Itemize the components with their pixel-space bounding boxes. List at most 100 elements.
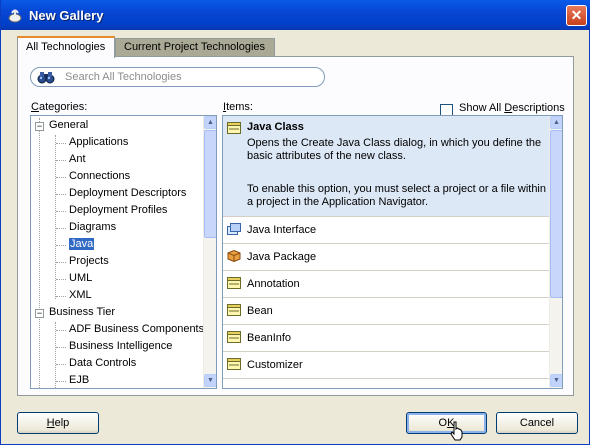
search-input[interactable]: Search All Technologies (30, 67, 325, 87)
items-scrollbar[interactable]: ▲ ▼ (549, 116, 562, 388)
tree-branch (56, 245, 66, 246)
item-name: BeanInfo (247, 332, 292, 344)
categories-label-text: ategories: (38, 101, 88, 113)
tree-item-business-intelligence[interactable]: Business Intelligence (69, 339, 172, 356)
bean-icon (227, 304, 241, 316)
beaninfo-icon (227, 331, 241, 343)
help-label: elp (54, 417, 70, 429)
categories-scrollbar[interactable]: ▲ ▼ (203, 116, 216, 388)
tree-item-general[interactable]: General (49, 118, 88, 135)
list-item-java-package[interactable]: Java Package (223, 244, 550, 271)
list-item-customizer[interactable]: Customizer (223, 352, 550, 379)
tree-branch (56, 347, 66, 348)
list-item-bean[interactable]: Bean (223, 298, 550, 325)
search-placeholder: Search All Technologies (65, 71, 182, 83)
jdeveloper-logo-icon (8, 9, 22, 23)
collapse-business-tier-icon[interactable]: − (35, 309, 44, 318)
show-all-text-pre: Show All (459, 102, 505, 114)
ok-button[interactable]: OK (406, 412, 487, 434)
scroll-up-button[interactable]: ▲ (204, 116, 216, 129)
show-all-mnemonic: D (504, 102, 513, 114)
tree-item-label: Projects (69, 255, 109, 267)
categories-tree[interactable]: − General Applications Ant Connections D… (30, 115, 217, 389)
item-name: Customizer (247, 359, 303, 371)
tree-item-ejb[interactable]: EJB (69, 373, 89, 388)
tree-guide-line (55, 322, 56, 388)
item-name: Java Class (247, 121, 304, 133)
tree-item-label: ADF Business Components (69, 323, 205, 335)
java-interface-icon (227, 223, 241, 235)
list-item-beaninfo[interactable]: BeanInfo (223, 325, 550, 352)
collapse-general-icon[interactable]: − (35, 122, 44, 131)
customizer-icon (227, 358, 241, 370)
tree-item-label: Data Controls (69, 357, 137, 369)
tree-item-projects[interactable]: Projects (69, 254, 109, 271)
tree-item-ant[interactable]: Ant (69, 152, 86, 169)
tree-item-label: Deployment Profiles (69, 204, 168, 216)
item-name: Java Interface (247, 224, 317, 236)
tree-item-label: UML (69, 272, 93, 284)
show-all-text-post: escriptions (512, 102, 565, 114)
tab-current-project-technologies[interactable]: Current Project Technologies (115, 38, 275, 56)
scroll-up-button[interactable]: ▲ (550, 116, 562, 129)
help-mnemonic: H (46, 417, 55, 429)
tree-branch (56, 262, 66, 263)
tree-item-business-tier[interactable]: Business Tier (49, 305, 115, 322)
tree-item-data-controls[interactable]: Data Controls (69, 356, 136, 373)
close-button[interactable]: ✕ (566, 5, 587, 26)
tree-item-applications[interactable]: Applications (69, 135, 128, 152)
tree-branch (56, 296, 66, 297)
tree-item-label: Java (69, 238, 95, 250)
arrow-down-icon: ▼ (553, 377, 560, 384)
window-title: New Gallery (29, 8, 104, 23)
list-item-annotation[interactable]: Annotation (223, 271, 550, 298)
tree-branch (56, 228, 66, 229)
tree-item-label: XML (69, 289, 92, 301)
tree-item-adf-business-components[interactable]: ADF Business Components (69, 322, 204, 339)
tree-item-diagrams[interactable]: Diagrams (69, 220, 116, 237)
categories-label: Categories: (31, 101, 87, 113)
list-item-java-interface[interactable]: Java Interface (223, 217, 550, 244)
java-class-icon (227, 122, 241, 134)
tree-item-deployment-descriptors[interactable]: Deployment Descriptors (69, 186, 186, 203)
scroll-down-button[interactable]: ▼ (550, 374, 562, 387)
show-all-descriptions-label[interactable]: Show All Descriptions (459, 102, 565, 114)
help-button[interactable]: Help (17, 412, 99, 434)
tree-item-uml[interactable]: UML (69, 271, 92, 288)
tree-item-java[interactable]: Java (69, 237, 95, 254)
tree-item-label: Ant (69, 153, 86, 165)
annotation-icon (227, 277, 241, 289)
items-label-text: tems: (226, 101, 253, 113)
scroll-thumb[interactable] (550, 130, 562, 298)
tree-item-label: Business Tier (49, 306, 116, 318)
tree-item-connections[interactable]: Connections (69, 169, 130, 186)
item-description: Opens the Create Java Class dialog, in w… (247, 137, 542, 162)
list-item-java-class[interactable]: Java Class Opens the Create Java Class d… (223, 116, 550, 217)
item-note: To enable this option, you must select a… (247, 183, 546, 208)
tree-item-xml[interactable]: XML (69, 288, 92, 305)
cancel-button[interactable]: Cancel (496, 412, 578, 434)
tree-guide-line (39, 118, 40, 388)
scroll-down-button[interactable]: ▼ (204, 374, 216, 387)
tree-branch (56, 381, 66, 382)
items-label: Items: (223, 101, 253, 113)
binoculars-icon (37, 72, 55, 84)
tree-item-deployment-profiles[interactable]: Deployment Profiles (69, 203, 167, 220)
tab-panel: Search All Technologies Categories: Item… (17, 56, 574, 396)
item-name: Bean (247, 305, 273, 317)
arrow-up-icon: ▲ (553, 119, 560, 126)
tree-item-label: Applications (69, 136, 129, 148)
java-package-icon (227, 250, 241, 262)
scroll-thumb[interactable] (204, 130, 216, 238)
items-list[interactable]: Java Class Opens the Create Java Class d… (222, 115, 563, 389)
arrow-up-icon: ▲ (207, 119, 214, 126)
tree-item-label: General (49, 119, 89, 131)
tree-branch (56, 194, 66, 195)
new-gallery-dialog: New Gallery ✕ All Technologies Current P… (0, 0, 590, 445)
tree-branch (56, 177, 66, 178)
tree-branch (56, 279, 66, 280)
tree-branch (56, 143, 66, 144)
arrow-down-icon: ▼ (207, 377, 214, 384)
tab-all-technologies[interactable]: All Technologies (17, 36, 115, 58)
title-bar[interactable]: New Gallery ✕ (1, 0, 590, 30)
